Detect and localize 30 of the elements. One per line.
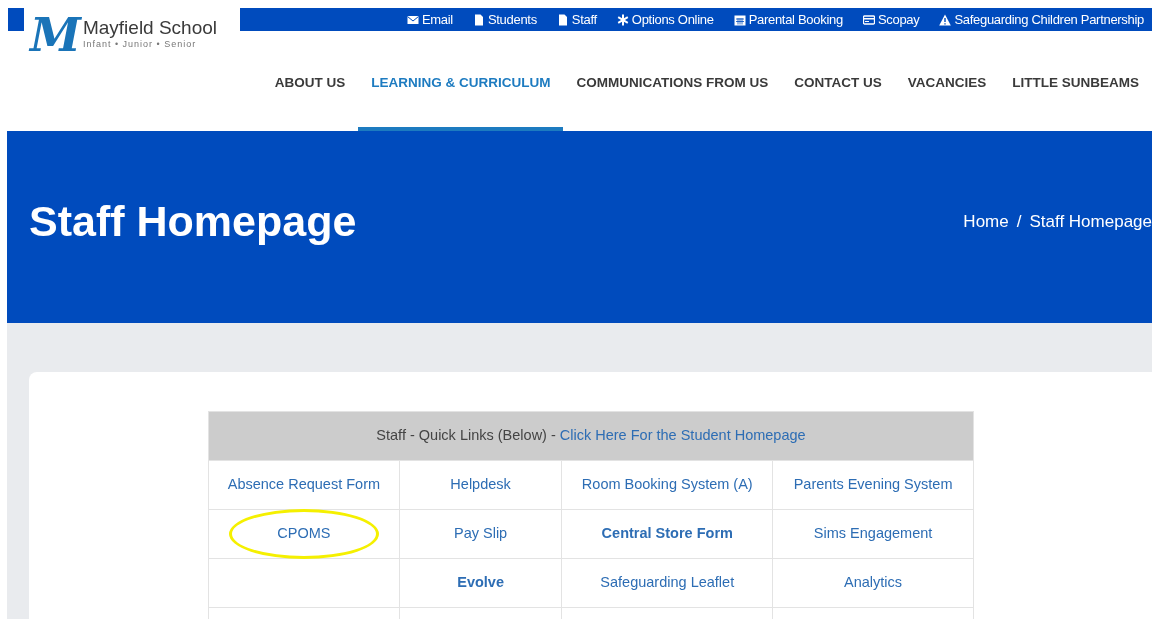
document-icon	[472, 13, 485, 26]
page-title: Staff Homepage	[29, 196, 357, 248]
top-link[interactable]: Staff	[556, 9, 597, 30]
top-link[interactable]: Options Online	[616, 9, 714, 30]
nav-link[interactable]: ABOUT US	[261, 60, 359, 131]
quick-link[interactable]: Helpdesk	[450, 476, 511, 493]
breadcrumb-link[interactable]: Home	[963, 209, 1009, 235]
breadcrumb-separator: /	[1016, 211, 1022, 234]
nav-link[interactable]: COMMUNICATIONS FROM US	[563, 60, 782, 131]
nav-link[interactable]: CONTACT US	[781, 60, 895, 131]
header-bar	[8, 8, 24, 31]
top-link[interactable]: Students	[472, 9, 537, 30]
quick-link[interactable]: Evolve	[457, 574, 504, 591]
calendar-icon	[733, 13, 746, 26]
nav-link[interactable]: LITTLE SUNBEAMS	[999, 60, 1152, 131]
document-icon	[556, 13, 569, 26]
warning-icon	[939, 13, 952, 26]
asterisk-icon	[616, 13, 629, 26]
top-link[interactable]: Safeguarding Children Partnership	[939, 9, 1144, 30]
quick-link[interactable]: CPOMS	[277, 525, 331, 542]
top-link[interactable]: Email	[406, 9, 453, 30]
header-text: Staff - Quick Links (Below) -	[376, 427, 557, 444]
top-link[interactable]: Parental Booking	[733, 9, 843, 30]
top-link[interactable]: Scopay	[862, 9, 920, 30]
card-icon	[862, 13, 875, 26]
quick-link[interactable]: Analytics	[844, 574, 903, 591]
nav-link[interactable]: VACANCIES	[894, 60, 1000, 131]
quick-link[interactable]: Pay Slip	[454, 525, 508, 542]
envelope-icon	[406, 13, 419, 26]
breadcrumb-current: Staff Homepage	[1029, 211, 1152, 234]
